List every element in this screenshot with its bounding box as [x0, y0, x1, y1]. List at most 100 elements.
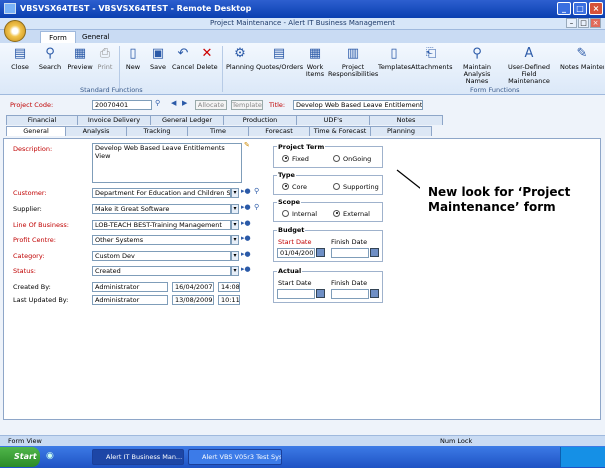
taskbar [0, 446, 605, 468]
search-button[interactable]: ⚲ Search [38, 46, 62, 71]
tab-time[interactable]: Time [187, 126, 249, 136]
office-button[interactable] [4, 20, 26, 42]
taskbar-item-alert-vbs[interactable]: Alert VBS V05r3 Test Sys... [188, 449, 282, 465]
status-dropdown[interactable]: ▾ [231, 266, 239, 276]
status-num-lock: Num Lock [440, 437, 473, 445]
preview-button[interactable]: ▦ Preview [66, 46, 94, 71]
tab-analysis[interactable]: Analysis [65, 126, 127, 136]
tab-forecast[interactable]: Forecast [248, 126, 310, 136]
tab-general-ledger[interactable]: General Ledger [150, 115, 224, 125]
tab-financial[interactable]: Financial [6, 115, 78, 125]
group-standard-functions: Standard Functions [80, 86, 143, 94]
title-field[interactable]: Develop Web Based Leave Entitlements Vie… [293, 100, 423, 110]
edit-icon[interactable]: ✎ [244, 141, 250, 149]
undo-icon: ↶ [177, 46, 189, 61]
quick-launch-icon[interactable]: ◉ [46, 451, 54, 461]
print-button[interactable]: ⎙ Print [95, 46, 115, 71]
attachments-button[interactable]: ⎗ Attachments [411, 46, 453, 71]
quotes-orders-button[interactable]: ▤ Quotes/Orders [256, 46, 303, 71]
responsibilities-icon: ▥ [346, 46, 360, 61]
notes-maintenance-button[interactable]: ✎Notes Maintenan... [560, 46, 604, 71]
ribbon-tab-general[interactable]: General [82, 33, 110, 41]
actual-finish-field[interactable] [331, 289, 369, 299]
customer-label: Customer: [13, 189, 47, 197]
project-code-field[interactable]: 20070401 [92, 100, 152, 110]
customer-link-icon[interactable]: ▸● [241, 187, 251, 195]
start-button[interactable]: Start [0, 447, 40, 467]
project-responsibilities-button[interactable]: ▥ Project Responsibilities [328, 46, 378, 78]
next-record-icon[interactable]: ▶ [182, 99, 187, 107]
calendar-icon[interactable] [370, 289, 379, 298]
previous-record-icon[interactable]: ◀ [171, 99, 176, 107]
ribbon-tab-form[interactable]: Form [40, 31, 76, 43]
template-button[interactable]: Template [231, 100, 263, 110]
calendar-icon[interactable] [316, 248, 325, 257]
category-link-icon[interactable]: ▸● [241, 250, 251, 258]
close-button[interactable]: ▤ Close [8, 46, 32, 71]
supplier-link-icon[interactable]: ▸● [241, 203, 251, 211]
tab-tracking[interactable]: Tracking [126, 126, 188, 136]
templates-button[interactable]: ▯ Templates [378, 46, 411, 71]
profit-centre-link-icon[interactable]: ▸● [241, 234, 251, 242]
category-label: Category: [13, 252, 45, 260]
actual-start-field[interactable] [277, 289, 315, 299]
budget-start-label: Start Date [278, 238, 312, 246]
tab-udfs[interactable]: UDF's [296, 115, 370, 125]
group-form-functions: Form Functions [470, 86, 520, 94]
lob-field[interactable]: LOB-TEACH BEST-Training Management [92, 220, 231, 230]
budget-start-field[interactable]: 01/04/2007 [277, 248, 315, 258]
attachment-icon: ⎗ [425, 46, 437, 61]
save-button[interactable]: ▣ Save [147, 46, 169, 71]
lob-link-icon[interactable]: ▸● [241, 219, 251, 227]
maximize-button[interactable]: □ [573, 2, 587, 15]
minimize-button[interactable]: _ [557, 2, 571, 15]
customer-dropdown[interactable]: ▾ [231, 188, 239, 198]
tab-general[interactable]: General [6, 126, 66, 136]
tab-notes[interactable]: Notes [369, 115, 443, 125]
term-fixed-radio[interactable]: Fixed [282, 154, 309, 163]
tab-time-forecast[interactable]: Time & Forecast [309, 126, 371, 136]
new-button[interactable]: ▯ New [122, 46, 144, 71]
cancel-button[interactable]: ↶ Cancel [170, 46, 196, 71]
allocate-button[interactable]: Allocate [195, 100, 227, 110]
work-items-icon: ▦ [308, 46, 322, 61]
lob-dropdown[interactable]: ▾ [231, 220, 239, 230]
delete-button[interactable]: ✕ Delete [196, 46, 218, 71]
printer-icon: ⎙ [99, 46, 111, 61]
work-items-button[interactable]: ▦ Work Items [302, 46, 328, 78]
actual-start-label: Start Date [278, 279, 312, 287]
tab-invoice-delivery[interactable]: Invoice Delivery [77, 115, 151, 125]
maintain-analysis-names-button[interactable]: ⚲ Maintain Analysis Names [453, 46, 501, 85]
status-link-icon[interactable]: ▸● [241, 265, 251, 273]
customer-search-icon[interactable]: ⚲ [254, 187, 259, 195]
preview-icon: ▦ [73, 46, 87, 61]
supplier-field[interactable]: Make it Great Software [92, 204, 231, 214]
planning-button[interactable]: ⚙ Planning [226, 46, 254, 71]
profit-centre-field[interactable]: Other Systems [92, 235, 231, 245]
status-field[interactable]: Created [92, 266, 231, 276]
term-ongoing-radio[interactable]: OnGoing [333, 154, 371, 163]
type-supporting-radio[interactable]: Supporting [333, 182, 379, 191]
description-field[interactable]: Develop Web Based Leave Entitlements Vie… [92, 143, 242, 183]
scope-internal-radio[interactable]: Internal [282, 209, 317, 218]
app-title: Project Maintenance - Alert IT Business … [210, 19, 395, 27]
tab-planning[interactable]: Planning [370, 126, 432, 136]
budget-finish-field[interactable] [331, 248, 369, 258]
tab-production[interactable]: Production [223, 115, 297, 125]
actual-finish-label: Finish Date [331, 279, 368, 287]
customer-field[interactable]: Department For Education and Children Se… [92, 188, 231, 198]
close-window-button[interactable]: × [589, 2, 603, 15]
search-icon[interactable]: ⚲ [155, 99, 160, 107]
scope-external-radio[interactable]: External [333, 209, 370, 218]
calendar-icon[interactable] [370, 248, 379, 257]
category-dropdown[interactable]: ▾ [231, 251, 239, 261]
calendar-icon[interactable] [316, 289, 325, 298]
type-title: Type [277, 171, 296, 179]
profit-centre-dropdown[interactable]: ▾ [231, 235, 239, 245]
type-core-radio[interactable]: Core [282, 182, 307, 191]
category-field[interactable]: Custom Dev [92, 251, 231, 261]
supplier-dropdown[interactable]: ▾ [231, 204, 239, 214]
supplier-search-icon[interactable]: ⚲ [254, 203, 259, 211]
udf-maintenance-button[interactable]: A User-Defined Field Maintenance [500, 46, 558, 85]
taskbar-item-alert-it[interactable]: Alert IT Business Man... [92, 449, 184, 465]
